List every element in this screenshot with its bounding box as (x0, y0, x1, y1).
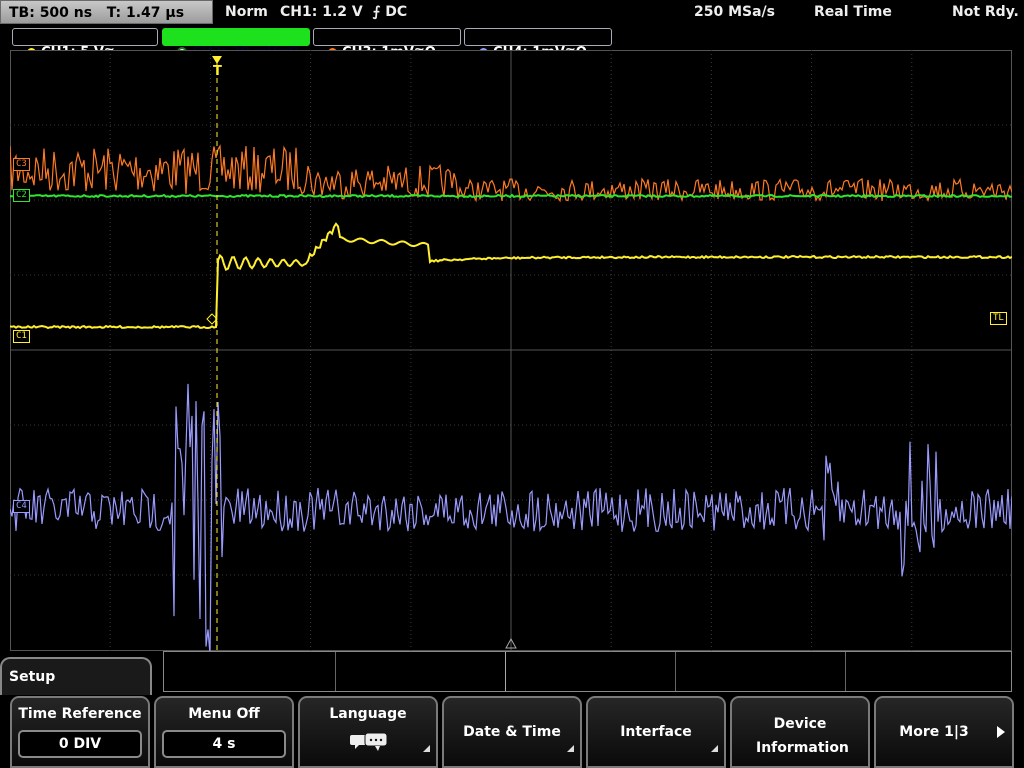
date-time-softkey[interactable]: Date & Time (442, 696, 582, 768)
ch1-marker[interactable]: C1 (13, 330, 30, 343)
menu-title: Setup (0, 657, 152, 695)
play-arrow-icon (997, 726, 1005, 738)
softkey-label: Language (329, 706, 407, 722)
menu-info-strip (163, 651, 1012, 692)
acquisition-mode: Real Time (814, 4, 892, 20)
language-softkey[interactable]: Language (298, 696, 438, 768)
submenu-corner-icon (711, 745, 718, 752)
channel-tab-ch3[interactable]: CH3: 1mV≅Ω (313, 28, 461, 60)
time-reference-value[interactable]: 0 DIV (18, 730, 142, 758)
status-bar: TB: 500 ns T: 1.47 µs Norm CH1: 1.2 V ⨍ … (0, 0, 1024, 26)
timebase-readout[interactable]: TB: 500 ns T: 1.47 µs (0, 0, 213, 24)
submenu-corner-icon (423, 745, 430, 752)
channel-tab-ch1[interactable]: CH1: 5 V≅ (12, 28, 158, 60)
trigger-level-marker[interactable]: TL (990, 312, 1007, 325)
channel-tab-ch2[interactable]: CH2: 20 mV≅Ω (162, 28, 310, 60)
trigger-time-label: T (213, 64, 222, 79)
ch3-marker[interactable]: C3 (13, 158, 30, 171)
softkey-label: More 1|3 (899, 724, 969, 740)
acquisition-state: Not Rdy. (952, 4, 1019, 20)
softkey-label: Interface (620, 724, 692, 740)
softkey-label: Time Reference (18, 706, 142, 722)
softkey-label: Menu Off (188, 706, 260, 722)
ch2-waveform (10, 193, 1012, 199)
trigger-position-icon (212, 56, 222, 64)
waveform-canvas: T (10, 50, 1012, 651)
interface-softkey[interactable]: Interface (586, 696, 726, 768)
channel-tab-ch4[interactable]: CH4: 1mV≅Ω (464, 28, 612, 60)
device-information-softkey[interactable]: Device Information (730, 696, 870, 768)
time-reference-softkey[interactable]: Time Reference 0 DIV (10, 696, 150, 768)
softkey-label: Device Information (756, 716, 849, 756)
trigger-mode[interactable]: Norm (225, 0, 268, 24)
more-softkey[interactable]: More 1|3 (874, 696, 1014, 768)
softkey-label: Date & Time (463, 724, 561, 740)
graticule-grid (10, 50, 1012, 651)
sample-rate: 250 MSa/s (694, 4, 776, 20)
trigger-source[interactable]: CH1: 1.2 V ⨍ DC (280, 0, 407, 24)
menu-off-softkey[interactable]: Menu Off 4 s (154, 696, 294, 768)
ch4-marker[interactable]: C4 (13, 500, 30, 513)
submenu-corner-icon (567, 745, 574, 752)
menu-off-value[interactable]: 4 s (162, 730, 286, 758)
ch2-marker[interactable]: C2 (13, 189, 30, 202)
speech-bubbles-icon (350, 732, 388, 751)
